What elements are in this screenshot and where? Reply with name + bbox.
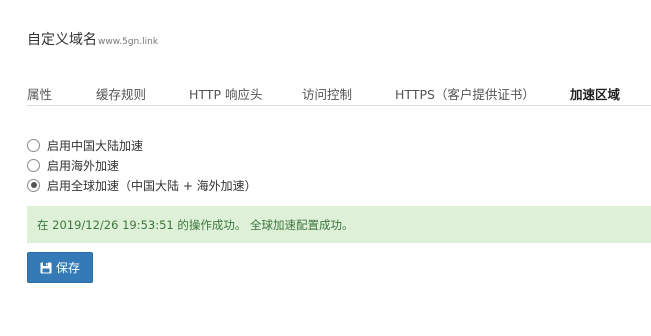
cdn-domain-settings-page: 自定义域名 www.5gn.link 属性 缓存规则 HTTP 响应头 访问控制…: [0, 0, 651, 336]
radio-label: 启用中国大陆加速: [47, 138, 144, 153]
alert-message: 在 2019/12/26 19:53:51 的操作成功。 全球加速配置成功。: [37, 217, 354, 232]
acceleration-region-options: 启用中国大陆加速 启用海外加速 启用全球加速（中国大陆 + 海外加速）: [27, 135, 257, 195]
tab-access-control[interactable]: 访问控制: [302, 84, 352, 103]
save-icon: [40, 262, 52, 274]
radio-button[interactable]: [27, 138, 40, 152]
save-button[interactable]: 保存: [27, 252, 93, 283]
success-alert: 在 2019/12/26 19:53:51 的操作成功。 全球加速配置成功。: [27, 206, 651, 243]
tab-acceleration-region[interactable]: 加速区域: [570, 84, 620, 103]
settings-tabs: 属性 缓存规则 HTTP 响应头 访问控制 HTTPS（客户提供证书） 加速区域: [27, 84, 651, 106]
radio-option-mainland[interactable]: 启用中国大陆加速: [27, 135, 257, 155]
tab-http-headers[interactable]: HTTP 响应头: [189, 84, 262, 103]
radio-label: 启用海外加速: [47, 158, 120, 173]
tab-properties[interactable]: 属性: [27, 84, 52, 103]
save-button-label: 保存: [55, 261, 80, 275]
tab-cache-rules[interactable]: 缓存规则: [96, 84, 146, 103]
page-title: 自定义域名: [27, 32, 97, 48]
domain-name: www.5gn.link: [98, 37, 159, 47]
tab-https[interactable]: HTTPS（客户提供证书）: [395, 84, 535, 103]
radio-button-selected[interactable]: [27, 178, 40, 192]
radio-button[interactable]: [27, 158, 40, 172]
radio-option-overseas[interactable]: 启用海外加速: [27, 155, 257, 175]
radio-label: 启用全球加速（中国大陆 + 海外加速）: [47, 178, 257, 193]
radio-option-global[interactable]: 启用全球加速（中国大陆 + 海外加速）: [27, 175, 257, 195]
page-header: 自定义域名 www.5gn.link: [27, 29, 158, 49]
